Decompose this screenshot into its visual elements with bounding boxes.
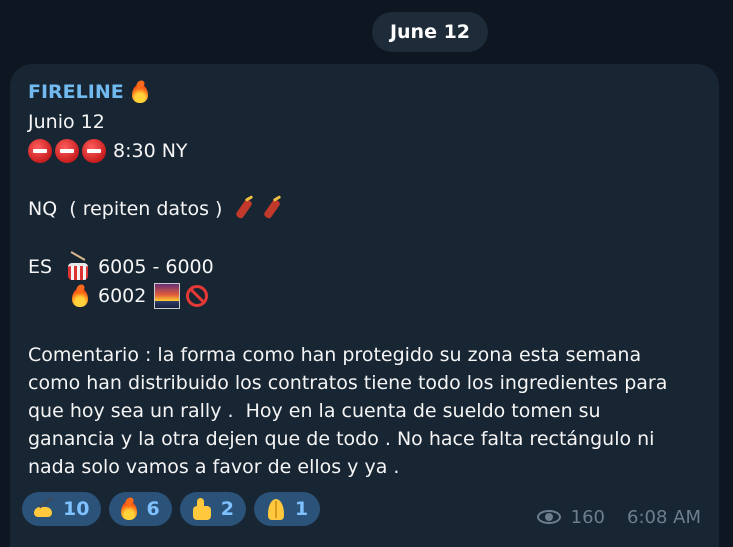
reactions-bar: 10 6 2 1 bbox=[22, 492, 321, 526]
reaction-count: 10 bbox=[63, 498, 90, 520]
message-text: NQ ( repiten datos ) bbox=[28, 198, 223, 220]
stop-sign-icon bbox=[82, 139, 106, 163]
message-text: nada solo vamos a favor de ellos y ya . bbox=[28, 456, 400, 478]
fire-icon bbox=[119, 497, 139, 521]
message-line: 6002 bbox=[70, 282, 209, 310]
folded-hands-icon bbox=[264, 497, 288, 521]
prohibited-icon bbox=[186, 285, 209, 307]
drum-icon bbox=[66, 255, 90, 280]
message-text: Comentario : la forma como han protegido… bbox=[28, 344, 642, 366]
reaction-folded-hands[interactable]: 1 bbox=[253, 492, 321, 526]
stop-sign-icon bbox=[55, 139, 79, 163]
message-line: NQ ( repiten datos ) bbox=[28, 195, 286, 223]
message-line: Comentario : la forma como han protegido… bbox=[28, 341, 641, 369]
message-line: nada solo vamos a favor de ellos y ya . bbox=[28, 453, 399, 481]
message-text: 8:30 NY bbox=[113, 140, 188, 162]
reaction-count: 1 bbox=[294, 498, 309, 520]
fire-icon bbox=[70, 284, 90, 308]
message-line: 8:30 NY bbox=[28, 137, 188, 165]
reaction-count: 2 bbox=[220, 498, 234, 520]
view-count: 160 bbox=[570, 507, 605, 528]
message-text: Junio 12 bbox=[28, 111, 105, 133]
message-text: 6002 bbox=[98, 285, 147, 307]
reaction-count: 6 bbox=[146, 498, 160, 520]
message-line: ES 6005 - 6000 bbox=[28, 253, 214, 281]
message-bubble[interactable]: FIRELINE Junio 12 8:30 NY NQ ( repiten d… bbox=[10, 64, 719, 547]
message-text: como han distribuido los contratos tiene… bbox=[28, 372, 668, 394]
message-text: que hoy sea un rally . Hoy en la cuenta … bbox=[28, 400, 601, 422]
firecracker-icon bbox=[230, 196, 256, 222]
sunrise-icon bbox=[154, 283, 181, 309]
sender-name[interactable]: FIRELINE bbox=[28, 81, 124, 103]
eye-icon bbox=[536, 509, 563, 526]
fire-icon bbox=[130, 80, 150, 104]
reaction-fire[interactable]: 6 bbox=[109, 492, 172, 526]
message-line: como han distribuido los contratos tiene… bbox=[28, 369, 667, 397]
message-line: ganancia y la otra dejen que de todo . N… bbox=[28, 425, 654, 453]
message-text: 6005 - 6000 bbox=[98, 256, 214, 278]
message-line: Junio 12 bbox=[28, 108, 105, 136]
message-sender[interactable]: FIRELINE bbox=[28, 80, 150, 104]
message-text: ganancia y la otra dejen que de todo . N… bbox=[28, 428, 655, 450]
reaction-thumbs-up[interactable]: 2 bbox=[179, 492, 246, 526]
message-text: ES bbox=[28, 256, 53, 278]
writing-hand-icon bbox=[32, 497, 56, 521]
stop-sign-icon bbox=[28, 139, 52, 163]
date-divider: June 12 bbox=[372, 12, 488, 52]
reaction-writing-hand[interactable]: 10 bbox=[22, 492, 102, 526]
message-time: 6:08 AM bbox=[627, 507, 701, 528]
firecracker-icon bbox=[258, 196, 284, 222]
message-line: que hoy sea un rally . Hoy en la cuenta … bbox=[28, 397, 601, 425]
thumbs-up-icon bbox=[190, 497, 214, 521]
message-meta: 160 6:08 AM bbox=[536, 507, 701, 528]
